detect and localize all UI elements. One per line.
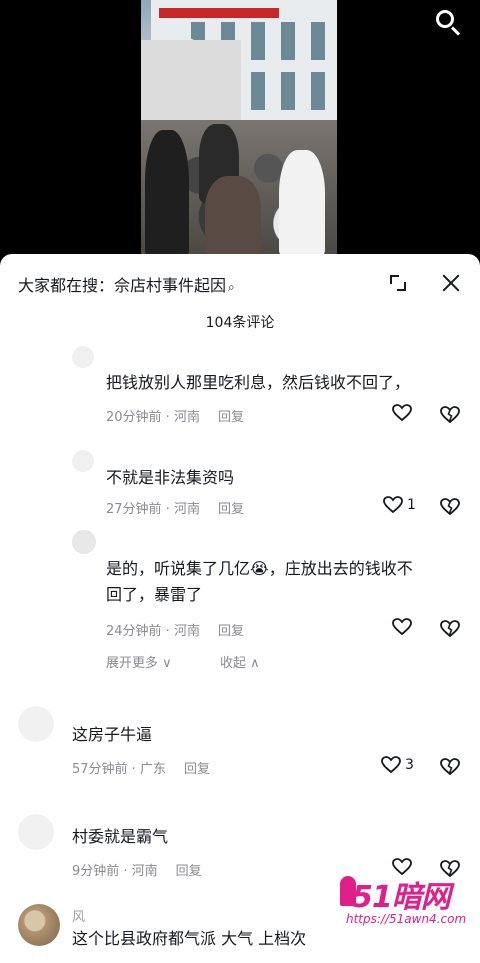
heart-icon — [381, 756, 401, 774]
like-button[interactable] — [392, 404, 412, 422]
comments-sheet: 大家都在搜：佘店村事件起因 ⌕ 104条评论 把钱放别人那里吃利息，然后钱收不回了… — [0, 254, 480, 963]
expand-more-button[interactable]: 展开更多 ∨ — [106, 652, 172, 671]
video-frame[interactable] — [141, 0, 337, 258]
trending-search-prefix: 大家都在搜： — [18, 276, 115, 295]
reply-button[interactable]: 回复 — [218, 410, 244, 425]
like-button[interactable]: 3 — [381, 756, 414, 774]
person-elder — [205, 176, 261, 258]
comment-text: 把钱放别人那里吃利息，然后钱收不回了， — [106, 373, 411, 392]
reply-button[interactable]: 回复 — [176, 864, 202, 879]
comment-time: 20分钟前 · 河南 — [106, 410, 200, 425]
trending-search-keyword[interactable]: 佘店村事件起因 — [114, 276, 226, 295]
watermark-logo: 51暗网 — [352, 880, 451, 915]
comment-meta: 27分钟前 · 河南 回复 — [106, 498, 244, 517]
watermark-url: https://51awn4.com — [346, 912, 467, 926]
comment-meta: 9分钟前 · 河南 回复 — [72, 860, 202, 879]
avatar[interactable] — [72, 450, 94, 472]
watermark: 51暗网 https://51awn4.com — [340, 872, 476, 936]
comment-time: 24分钟前 · 河南 — [106, 624, 200, 639]
heart-icon — [392, 404, 412, 422]
avatar[interactable] — [18, 706, 54, 742]
avatar[interactable] — [18, 904, 60, 946]
dislike-icon[interactable] — [440, 498, 460, 516]
search-icon[interactable] — [434, 8, 462, 36]
comment-text: 是的，听说集了几亿😭，庄放出去的钱收不 回了，暴雷了 — [106, 559, 413, 604]
comment-count: 104条评论 — [205, 315, 275, 331]
close-icon[interactable] — [440, 272, 462, 294]
like-button[interactable]: 1 — [383, 496, 416, 514]
comment-meta: 57分钟前 · 广东 回复 — [72, 758, 210, 777]
comment-time: 27分钟前 · 河南 — [106, 502, 200, 517]
reply-button[interactable]: 回复 — [218, 624, 244, 639]
dislike-icon[interactable] — [440, 620, 460, 638]
avatar[interactable] — [72, 346, 94, 368]
trending-search[interactable]: 大家都在搜：佘店村事件起因 ⌕ — [18, 272, 235, 296]
reply-button[interactable]: 回复 — [184, 762, 210, 777]
dislike-icon[interactable] — [440, 758, 460, 776]
heart-icon — [383, 496, 403, 514]
like-count: 3 — [405, 757, 414, 773]
expand-icon[interactable] — [390, 275, 406, 291]
comment-item: 是的，听说集了几亿😭，庄放出去的钱收不 回了，暴雷了 24分钟前 · 河南 回复 … — [0, 526, 480, 676]
comment-meta: 24分钟前 · 河南 回复 — [106, 620, 244, 639]
avatar[interactable] — [18, 814, 54, 850]
dislike-icon[interactable] — [440, 406, 460, 424]
avatar[interactable] — [72, 530, 96, 554]
collapse-button[interactable]: 收起 ∧ — [220, 652, 260, 671]
comment-text: 这个比县政府都气派 大气 上档次 — [72, 929, 307, 948]
comment-meta: 20分钟前 · 河南 回复 — [106, 406, 244, 425]
heart-icon — [392, 618, 412, 636]
comment-time: 57分钟前 · 广东 — [72, 762, 166, 777]
username[interactable]: 风 — [72, 906, 85, 925]
comment-text: 村委就是霸气 — [72, 827, 169, 846]
comment-item: 把钱放别人那里吃利息，然后钱收不回了， 20分钟前 · 河南 回复 — [0, 340, 480, 430]
red-banner — [159, 8, 279, 18]
like-count: 1 — [407, 497, 416, 513]
like-button[interactable] — [392, 618, 412, 636]
sheet-header: 大家都在搜：佘店村事件起因 ⌕ — [0, 254, 480, 304]
comment-time: 9分钟前 · 河南 — [72, 864, 158, 879]
person-white-shirt — [279, 150, 325, 258]
comment-item: 不就是非法集资吗 27分钟前 · 河南 回复 1 — [0, 450, 480, 530]
video-player[interactable] — [0, 0, 480, 258]
gate-building — [141, 40, 241, 120]
person-guard — [145, 130, 189, 258]
comment-text: 不就是非法集资吗 — [106, 468, 235, 487]
comment-item: 这房子牛逼 57分钟前 · 广东 回复 3 — [0, 702, 480, 792]
comment-text: 这房子牛逼 — [72, 725, 153, 744]
magnifier-icon: ⌕ — [228, 280, 235, 294]
reply-button[interactable]: 回复 — [218, 502, 244, 517]
crying-emoji-icon: 😭 — [250, 559, 269, 578]
